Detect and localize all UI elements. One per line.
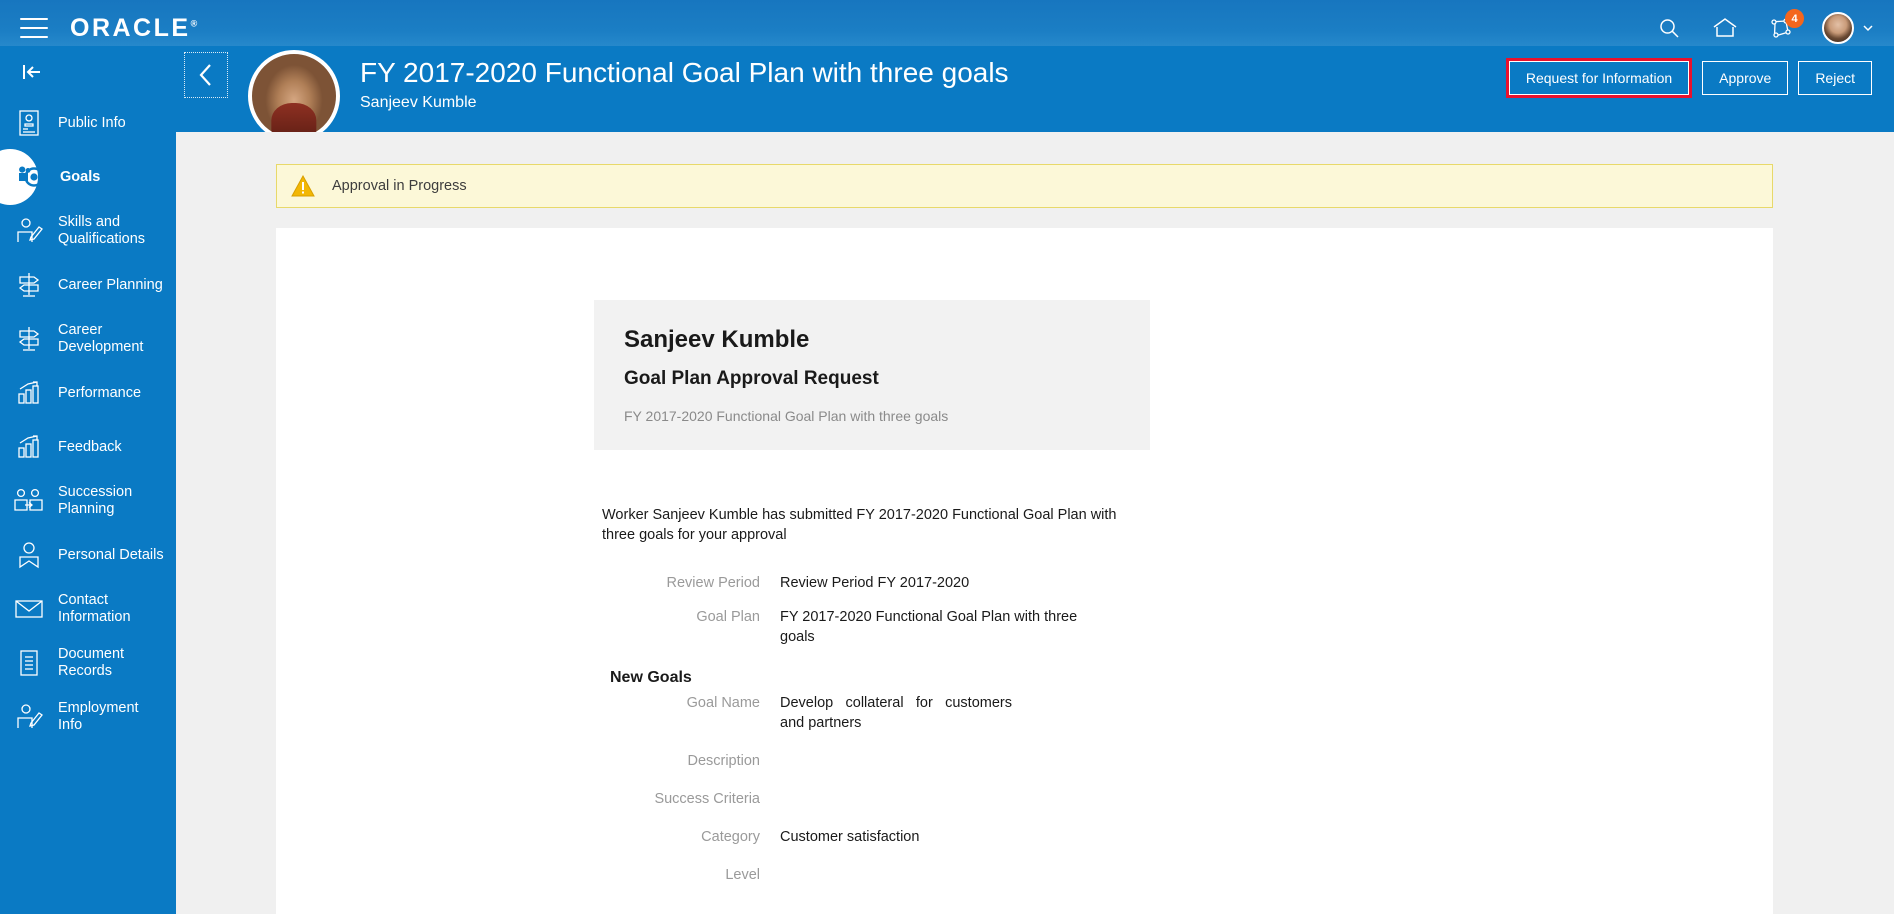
sidebar-item-label: Career Development xyxy=(58,322,144,355)
goal-value: Develop collateral for customers and par… xyxy=(780,695,1012,731)
goal-label: Goal Name xyxy=(686,695,760,711)
approve-button[interactable]: Approve xyxy=(1702,61,1789,95)
sidebar-item-employment-info[interactable]: Employment Info xyxy=(0,690,176,744)
id-badge-icon xyxy=(12,106,46,140)
application-window: ORACLE® 4 Public Info Goals Skills and Q… xyxy=(0,0,1894,914)
signpost-icon xyxy=(12,268,46,302)
back-chevron-icon[interactable] xyxy=(184,52,228,98)
sidebar-item-career-planning[interactable]: Career Planning xyxy=(0,258,176,312)
page-subtitle: Sanjeev Kumble xyxy=(360,94,477,111)
status-banner-text: Approval in Progress xyxy=(332,178,467,194)
goals-target-icon xyxy=(14,160,48,194)
goal-plan-name: FY 2017-2020 Functional Goal Plan with t… xyxy=(624,408,949,424)
notifications-icon[interactable]: 4 xyxy=(1766,9,1804,43)
sidebar-item-label: Employment Info xyxy=(58,700,139,733)
avatar[interactable] xyxy=(1822,12,1854,44)
home-icon[interactable] xyxy=(1710,13,1740,43)
sidebar-item-label: Succession Planning xyxy=(58,484,133,517)
document-icon xyxy=(12,646,46,680)
oracle-wordmark: ORACLE xyxy=(70,13,191,42)
user-menu[interactable] xyxy=(1822,12,1874,44)
sidebar-item-contact-information[interactable]: Contact Information xyxy=(0,582,176,636)
reject-button[interactable]: Reject xyxy=(1798,61,1872,95)
detail-row: Review Period Review Period FY 2017-2020 xyxy=(602,573,1773,593)
goal-row: Success Criteria xyxy=(602,789,1773,809)
sidebar-item-skills-and-qualifications[interactable]: Skills and Qualifications xyxy=(0,204,176,258)
request-for-information-button[interactable]: Request for Information xyxy=(1508,61,1690,95)
envelope-icon xyxy=(12,592,46,626)
goal-row: Category Customer satisfaction xyxy=(602,827,1773,847)
request-for-information-highlight: Request for Information xyxy=(1505,58,1693,98)
page-header-actions: Request for Information Approve Reject xyxy=(1505,58,1894,98)
sidebar-item-feedback[interactable]: Feedback xyxy=(0,420,176,474)
detail-row: Goal Plan FY 2017-2020 Functional Goal P… xyxy=(602,607,1773,647)
chevron-down-icon[interactable] xyxy=(1862,22,1874,34)
detail-label: Goal Plan xyxy=(696,609,760,625)
new-goals-heading: New Goals xyxy=(610,669,692,686)
request-type: Goal Plan Approval Request xyxy=(624,368,879,389)
approval-intro-text: Worker Sanjeev Kumble has submitted FY 2… xyxy=(602,507,1117,543)
goal-label: Description xyxy=(687,753,760,769)
warning-triangle-icon xyxy=(291,175,315,197)
goal-row: Goal Name Develop collateral for custome… xyxy=(602,693,1773,733)
oracle-logo: ORACLE® xyxy=(70,14,197,43)
goal-label: Level xyxy=(725,867,760,883)
approval-ribbon: Sanjeev Kumble Goal Plan Approval Reques… xyxy=(594,300,1150,450)
worker-avatar xyxy=(248,50,340,142)
sidebar-item-performance[interactable]: Performance xyxy=(0,366,176,420)
person-icon xyxy=(12,538,46,572)
goal-label: Category xyxy=(701,829,760,845)
sidebar-item-label: Public Info xyxy=(58,114,126,131)
goal-label: Success Criteria xyxy=(654,791,760,807)
sidebar-item-personal-details[interactable]: Personal Details xyxy=(0,528,176,582)
page-content: Approval in Progress Sanjeev Kumble Goal… xyxy=(176,132,1894,914)
sidebar-item-label: Contact Information xyxy=(58,592,131,625)
sidebar-item-public-info[interactable]: Public Info xyxy=(0,96,176,150)
hamburger-icon[interactable] xyxy=(20,18,48,38)
left-sidebar: Public Info Goals Skills and Qualificati… xyxy=(0,46,176,914)
page-header: FY 2017-2020 Functional Goal Plan with t… xyxy=(176,46,1894,142)
sidebar-item-label: Personal Details xyxy=(58,546,164,563)
search-icon[interactable] xyxy=(1654,13,1684,43)
bar-chart-icon xyxy=(12,430,46,464)
detail-label: Review Period xyxy=(666,575,761,591)
page-title: FY 2017-2020 Functional Goal Plan with t… xyxy=(360,57,1009,88)
sidebar-item-document-records[interactable]: Document Records xyxy=(0,636,176,690)
sidebar-item-label: Feedback xyxy=(58,438,122,455)
goal-value: Customer satisfaction xyxy=(780,829,920,845)
bar-chart-icon xyxy=(12,376,46,410)
sidebar-item-label: Skills and Qualifications xyxy=(58,214,146,247)
approval-details: Worker Sanjeev Kumble has submitted FY 2… xyxy=(602,505,1773,885)
sidebar-item-label: Performance xyxy=(58,384,142,401)
sidebar-item-label: Career Planning xyxy=(58,276,163,293)
detail-value: FY 2017-2020 Functional Goal Plan with t… xyxy=(780,609,1078,645)
sidebar-item-goals[interactable]: Goals xyxy=(0,149,176,205)
goal-row: Level xyxy=(602,865,1773,885)
goal-row: Description xyxy=(602,751,1773,771)
detail-value: Review Period FY 2017-2020 xyxy=(780,575,970,591)
sidebar-item-succession-planning[interactable]: Succession Planning xyxy=(0,474,176,528)
signpost-icon xyxy=(12,322,46,356)
status-banner: Approval in Progress xyxy=(276,164,1773,208)
worker-name: Sanjeev Kumble xyxy=(624,326,810,353)
sidebar-item-label: Document Records xyxy=(58,646,125,679)
trademark-mark: ® xyxy=(190,18,198,29)
approval-card: Sanjeev Kumble Goal Plan Approval Reques… xyxy=(276,228,1773,914)
notifications-badge: 4 xyxy=(1785,9,1804,28)
succession-icon xyxy=(12,484,46,518)
sidebar-item-label: Goals xyxy=(60,168,101,185)
sidebar-item-career-development[interactable]: Career Development xyxy=(0,312,176,366)
skills-icon xyxy=(12,214,46,248)
collapse-panel-icon[interactable] xyxy=(12,54,52,90)
skills-icon xyxy=(12,700,46,734)
page-title-block: FY 2017-2020 Functional Goal Plan with t… xyxy=(360,56,1009,112)
